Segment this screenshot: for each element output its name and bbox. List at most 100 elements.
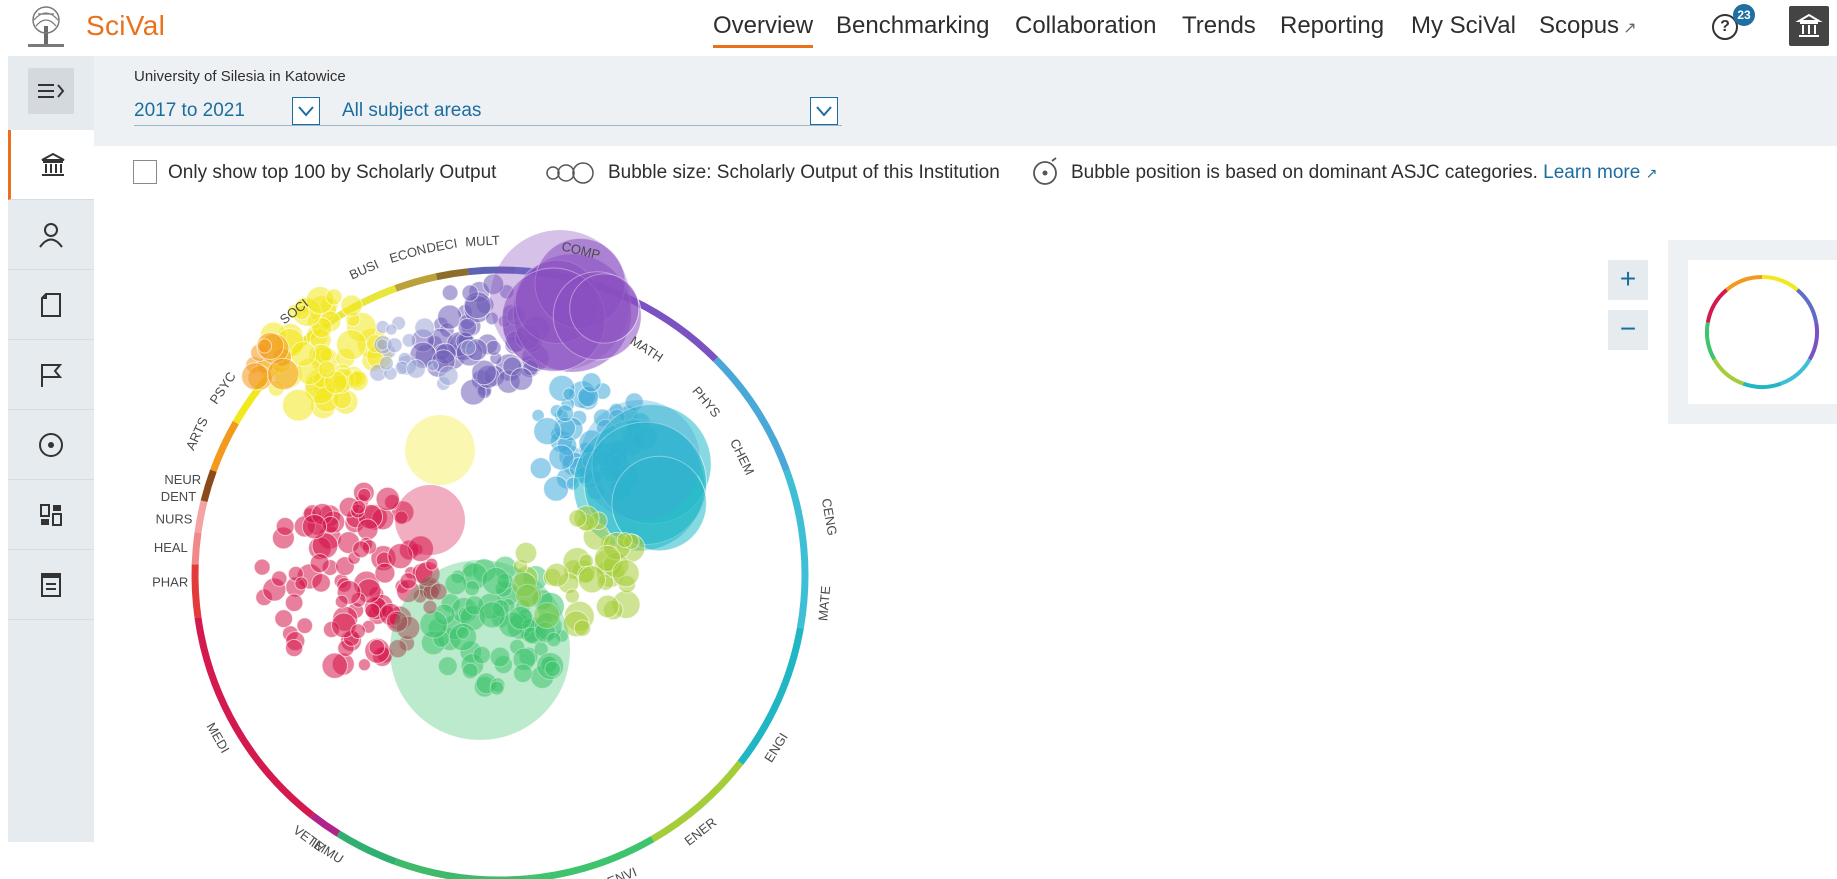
topic-wheel-chart[interactable]: BUSI ECON DECI MULT COMP MATH PHYS CHEM CENG MATE…: [140, 190, 860, 879]
topic-wheel-svg[interactable]: BUSIECONDECI MULT COMPMATHPHYSCHEMCENGMATE…: [140, 190, 860, 879]
topic-bubble[interactable]: [318, 360, 337, 379]
topic-bubble[interactable]: [581, 372, 602, 393]
subject-area-select[interactable]: All subject areas: [342, 96, 842, 126]
topic-bubble[interactable]: [401, 333, 417, 348]
topic-bubble[interactable]: [321, 652, 348, 679]
topic-bubble[interactable]: [611, 559, 640, 588]
topic-bubble[interactable]: [253, 558, 271, 576]
nav-reporting[interactable]: Reporting: [1280, 12, 1384, 40]
topic-bubble[interactable]: [357, 658, 371, 672]
topic-bubble[interactable]: [533, 417, 562, 446]
topic-bubble[interactable]: [334, 594, 349, 609]
topic-bubble[interactable]: [257, 338, 273, 354]
nav-trends[interactable]: Trends: [1182, 12, 1256, 40]
nav-my-scival[interactable]: My SciVal: [1411, 12, 1516, 40]
institution-button[interactable]: [1789, 6, 1829, 46]
topic-bubble[interactable]: [271, 570, 288, 587]
topic-bubble[interactable]: [395, 485, 465, 555]
topic-bubble[interactable]: [509, 367, 534, 391]
topic-bubble[interactable]: [405, 415, 475, 485]
topic-bubble[interactable]: [282, 388, 315, 422]
nav-collaboration[interactable]: Collaboration: [1015, 12, 1156, 40]
topic-bubble[interactable]: [347, 370, 369, 392]
year-range-select[interactable]: 2017 to 2021: [134, 96, 360, 126]
wheel-ring-segment: [200, 469, 217, 503]
topic-bubble[interactable]: [437, 365, 459, 387]
zoom-out-button[interactable]: −: [1608, 310, 1648, 350]
topic-bubble[interactable]: [616, 532, 633, 549]
sidebar-item-countries[interactable]: [8, 340, 94, 410]
topic-bubble[interactable]: [414, 317, 436, 339]
topic-bubble[interactable]: [573, 619, 592, 637]
sidebar-item-topics[interactable]: [8, 410, 94, 480]
topic-bubble[interactable]: [294, 576, 309, 591]
top100-checkbox[interactable]: [133, 160, 157, 184]
learn-more-link[interactable]: Learn more ↗: [1543, 162, 1657, 183]
topic-bubble[interactable]: [241, 362, 270, 391]
minimap[interactable]: [1688, 260, 1837, 404]
topic-bubble[interactable]: [350, 623, 366, 640]
topic-bubble[interactable]: [284, 593, 304, 613]
topic-bubble[interactable]: [514, 541, 538, 565]
nav-benchmarking[interactable]: Benchmarking: [836, 12, 989, 40]
topic-bubble[interactable]: [301, 513, 328, 540]
brand-name[interactable]: SciVal: [86, 10, 165, 42]
topic-bubble[interactable]: [274, 609, 294, 629]
topic-bubble[interactable]: [562, 387, 576, 401]
sidebar-item-institutions[interactable]: [8, 130, 94, 200]
topic-bubble[interactable]: [426, 359, 440, 372]
topic-bubble[interactable]: [460, 339, 477, 356]
topic-bubble[interactable]: [425, 557, 439, 571]
nav-overview[interactable]: Overview: [713, 12, 814, 48]
wheel-label: CENG: [819, 497, 840, 537]
topic-bubble[interactable]: [386, 337, 403, 354]
sidebar-item-publications[interactable]: [8, 270, 94, 340]
topic-bubble[interactable]: [379, 355, 394, 371]
topic-bubble[interactable]: [285, 638, 304, 658]
topic-bubble[interactable]: [357, 487, 372, 502]
topic-bubble[interactable]: [568, 509, 587, 528]
topic-bubble[interactable]: [374, 562, 396, 584]
topic-bubble[interactable]: [390, 560, 570, 740]
topic-bubble[interactable]: [266, 357, 300, 391]
topic-bubble[interactable]: [352, 540, 371, 559]
topic-bubble[interactable]: [577, 565, 606, 594]
sidebar-item-dashboards[interactable]: [8, 480, 94, 550]
topic-bubble[interactable]: [543, 475, 570, 502]
topic-bubble[interactable]: [529, 457, 552, 480]
topic-bubble[interactable]: [461, 284, 479, 302]
subject-area-dropdown-button[interactable]: [810, 97, 838, 125]
topic-bubble[interactable]: [275, 516, 295, 536]
topic-bubble[interactable]: [375, 486, 400, 512]
sidebar-item-reports[interactable]: [8, 550, 94, 620]
topic-bubble[interactable]: [364, 602, 381, 619]
topic-bubble[interactable]: [335, 329, 367, 361]
minimap-ring-segment: [1761, 275, 1799, 292]
topic-bubble[interactable]: [564, 588, 580, 604]
topic-bubble[interactable]: [325, 288, 343, 306]
topic-bubble[interactable]: [351, 499, 367, 515]
topic-bubble[interactable]: [385, 323, 398, 336]
nav-scopus[interactable]: Scopus ↗: [1539, 12, 1636, 40]
topic-bubble[interactable]: [441, 284, 459, 302]
zoom-in-button[interactable]: +: [1608, 260, 1648, 300]
topic-bubble[interactable]: [368, 639, 386, 656]
topic-bubble[interactable]: [340, 294, 363, 317]
topic-bubble[interactable]: [406, 358, 426, 379]
topic-bubble[interactable]: [485, 339, 502, 356]
sidebar-item-researchers[interactable]: [8, 200, 94, 270]
topic-bubble[interactable]: [580, 400, 700, 520]
topic-bubble[interactable]: [595, 594, 620, 619]
topic-bubble[interactable]: [296, 617, 314, 635]
topic-bubble[interactable]: [311, 573, 331, 593]
topic-bubble[interactable]: [548, 444, 575, 471]
year-range-dropdown-button[interactable]: [292, 97, 320, 125]
topic-bubble[interactable]: [544, 562, 570, 588]
topic-bubble[interactable]: [309, 553, 330, 574]
topic-bubble[interactable]: [556, 404, 574, 423]
sidebar-toggle-button[interactable]: [28, 68, 74, 114]
topic-bubble[interactable]: [376, 338, 389, 351]
topic-bubble[interactable]: [356, 518, 379, 541]
topic-bubble[interactable]: [399, 572, 417, 590]
topic-bubble[interactable]: [457, 317, 478, 338]
